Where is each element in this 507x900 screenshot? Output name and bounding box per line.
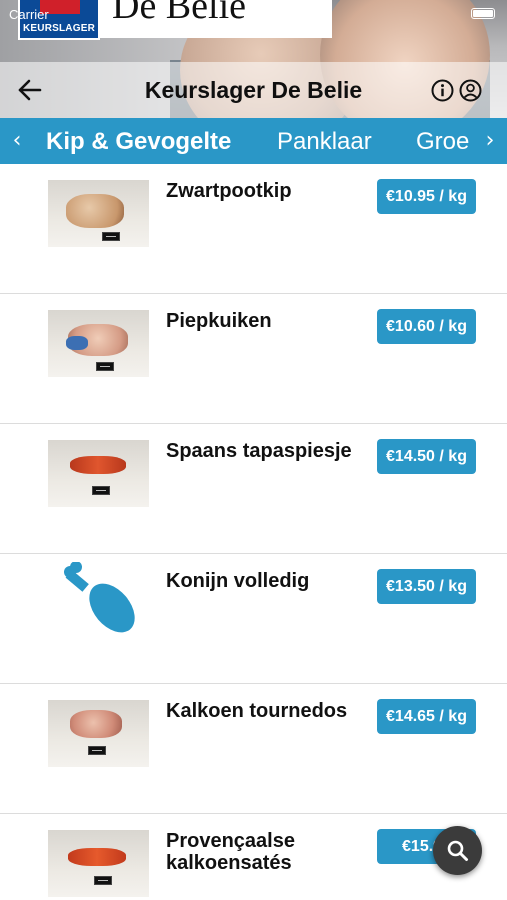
product-name: Piepkuiken: [166, 310, 272, 332]
product-row[interactable]: Spaans tapaspiesje €14.50 / kg: [0, 424, 507, 554]
product-photo-label: [92, 486, 110, 495]
brand-banner-text: De Belie: [112, 0, 247, 27]
search-button[interactable]: [433, 826, 482, 875]
product-photo-chicken: [66, 194, 124, 228]
product-row[interactable]: Provençaalse kalkoensatés €15.95: [0, 814, 507, 900]
product-name: Konijn volledig: [166, 570, 310, 592]
tab-panklaar[interactable]: Panklaar: [277, 128, 372, 156]
product-photo-packaging: [66, 336, 88, 350]
product-image: [48, 830, 149, 897]
tab-kip-gevogelte[interactable]: Kip & Gevogelte: [46, 128, 231, 156]
tab-groenten[interactable]: Groe: [416, 128, 469, 156]
price-badge: €10.60 / kg: [377, 309, 476, 344]
product-photo-label: [102, 232, 120, 241]
price-badge: €10.95 / kg: [377, 179, 476, 214]
product-row[interactable]: Piepkuiken €10.60 / kg: [0, 294, 507, 424]
user-icon[interactable]: [459, 79, 482, 102]
category-tab-bar: ‹ Kip & Gevogelte Panklaar Groe ›: [0, 118, 507, 164]
product-list: Zwartpootkip €10.95 / kg Piepkuiken €10.…: [0, 164, 507, 900]
product-photo-label: [96, 362, 114, 371]
product-photo-tournedos: [70, 710, 122, 738]
product-row[interactable]: Kalkoen tournedos €14.65 / kg: [0, 684, 507, 814]
price-badge: €14.65 / kg: [377, 699, 476, 734]
product-photo-skewer: [68, 848, 126, 866]
chevron-right-icon[interactable]: ›: [475, 118, 505, 164]
product-name: Spaans tapaspiesje: [166, 440, 352, 462]
info-icon[interactable]: [431, 79, 454, 102]
drumstick-icon: [62, 561, 138, 636]
product-photo-label: [88, 746, 106, 755]
product-row[interactable]: Zwartpootkip €10.95 / kg: [0, 164, 507, 294]
product-name: Zwartpootkip: [166, 180, 292, 202]
product-photo-label: [94, 876, 112, 885]
battery-icon: [471, 8, 495, 19]
logo-text: KEURSLAGER: [22, 23, 95, 34]
brand-banner: De Belie: [100, 0, 332, 38]
price-badge: €14.50 / kg: [377, 439, 476, 474]
status-carrier: Carrier: [9, 7, 49, 22]
product-name: Provençaalse kalkoensatés: [166, 830, 295, 874]
product-image: [48, 310, 149, 377]
header-banner: KEURSLAGER De Belie Carrier Keurslager D…: [0, 0, 507, 118]
navigation-bar: Keurslager De Belie: [0, 62, 507, 118]
price-badge: €13.50 / kg: [377, 569, 476, 604]
product-image: [48, 440, 149, 507]
product-row[interactable]: Konijn volledig €13.50 / kg: [0, 554, 507, 684]
product-photo-skewer: [70, 456, 126, 474]
product-image: [48, 700, 149, 767]
product-image: [48, 180, 149, 247]
chevron-left-icon[interactable]: ‹: [2, 118, 32, 164]
product-name: Kalkoen tournedos: [166, 700, 348, 722]
search-icon: [447, 840, 468, 861]
